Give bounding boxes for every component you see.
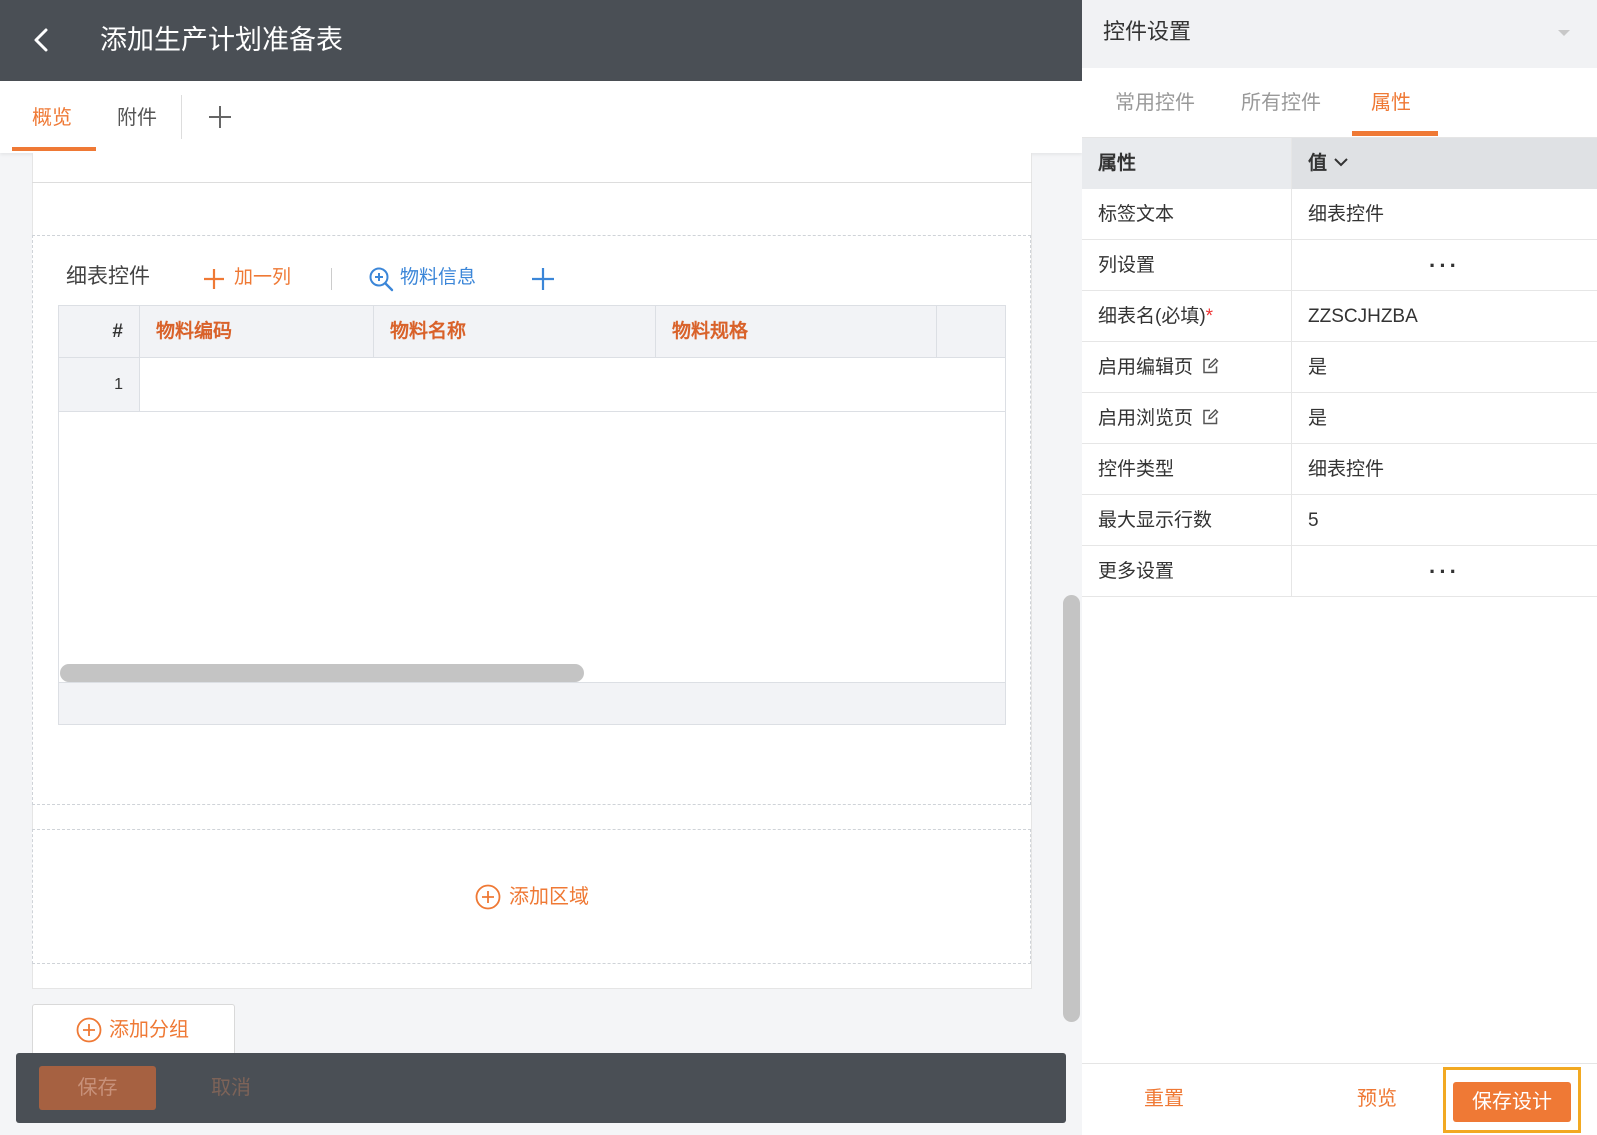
header-value-label: 值 <box>1308 153 1328 174</box>
column-header-index: # <box>59 306 140 358</box>
chevron-down-icon <box>1334 158 1348 167</box>
panel-header[interactable]: 控件设置 <box>1082 0 1597 68</box>
panel-title: 控件设置 <box>1103 19 1192 44</box>
add-area-label: 添加区域 <box>509 886 589 908</box>
property-key: 启用编辑页 <box>1082 342 1292 393</box>
property-row-label-text: 标签文本 细表控件 <box>1082 189 1597 240</box>
tab-divider <box>181 95 182 139</box>
property-key-label: 启用编辑页 <box>1098 357 1194 378</box>
column-header-material-name[interactable]: 物料名称 <box>374 306 656 358</box>
panel-footer: 重置 预览 保存设计 <box>1082 1063 1597 1135</box>
add-group-button[interactable]: 添加分组 <box>32 1004 235 1054</box>
property-key-label: 细表名(必填) <box>1098 306 1206 327</box>
table-footer <box>59 682 1005 724</box>
circle-plus-icon <box>475 884 501 910</box>
zoom-in-search-icon[interactable] <box>368 266 394 292</box>
header-value[interactable]: 值 <box>1292 138 1597 189</box>
property-value[interactable]: 5 <box>1292 495 1597 546</box>
save-design-button[interactable]: 保存设计 <box>1453 1082 1571 1122</box>
property-row-control-type: 控件类型 细表控件 <box>1082 444 1597 495</box>
property-value[interactable]: 细表控件 <box>1292 189 1597 240</box>
circle-plus-icon <box>76 1017 102 1043</box>
property-key: 列设置 <box>1082 240 1292 291</box>
required-marker: * <box>1205 306 1214 327</box>
save-design-highlight: 保存设计 <box>1443 1067 1581 1133</box>
table-row[interactable]: 1 <box>59 358 1005 412</box>
column-header-material-spec[interactable]: 物料规格 <box>656 306 937 358</box>
section-divider <box>32 182 1032 183</box>
form-tabs: 概览 附件 <box>0 81 1082 153</box>
property-row-enable-browse-page: 启用浏览页 是 <box>1082 393 1597 444</box>
toolbar-divider <box>331 268 332 290</box>
panel-tabs: 常用控件 所有控件 属性 <box>1082 68 1597 138</box>
horizontal-scrollbar[interactable] <box>60 664 584 682</box>
column-header-material-code[interactable]: 物料编码 <box>140 306 374 358</box>
property-row-table-name: 细表名(必填)* ZZSCJHZBA <box>1082 291 1597 342</box>
tab-properties[interactable]: 属性 <box>1371 88 1411 118</box>
header-property: 属性 <box>1082 138 1292 189</box>
reset-button[interactable]: 重置 <box>1144 1082 1184 1116</box>
property-key-label: 启用浏览页 <box>1098 408 1194 429</box>
property-key: 细表名(必填)* <box>1082 291 1292 342</box>
table-header-row: # 物料编码 物料名称 物料规格 <box>59 306 1005 358</box>
more-options-icon[interactable]: ··· <box>1292 240 1597 291</box>
preview-button[interactable]: 预览 <box>1357 1082 1397 1116</box>
property-value[interactable]: 是 <box>1292 342 1597 393</box>
property-key: 更多设置 <box>1082 546 1292 597</box>
more-options-icon[interactable]: ··· <box>1292 546 1597 597</box>
header-bar: 添加生产计划准备表 <box>0 0 1082 81</box>
property-row-max-rows: 最大显示行数 5 <box>1082 495 1597 546</box>
property-row-enable-edit-page: 启用编辑页 是 <box>1082 342 1597 393</box>
tab-all-controls[interactable]: 所有控件 <box>1241 88 1321 118</box>
caret-down-icon[interactable] <box>1556 28 1572 38</box>
property-value[interactable]: ZZSCJHZBA <box>1292 291 1597 342</box>
property-row-more-settings: 更多设置 ··· <box>1082 546 1597 597</box>
bottom-action-bar: 保存 取消 <box>16 1053 1066 1123</box>
add-column-button[interactable]: 加一列 <box>234 264 291 292</box>
plus-icon[interactable] <box>203 268 225 290</box>
add-tab-plus-icon[interactable] <box>206 103 234 131</box>
tab-attachments[interactable]: 附件 <box>117 103 157 133</box>
cancel-button[interactable]: 取消 <box>211 1066 251 1110</box>
detail-table-label: 细表控件 <box>66 265 150 288</box>
tab-common-controls[interactable]: 常用控件 <box>1115 88 1195 118</box>
property-key: 启用浏览页 <box>1082 393 1292 444</box>
property-row-column-settings: 列设置 ··· <box>1082 240 1597 291</box>
properties-header-row: 属性 值 <box>1082 138 1597 189</box>
save-button[interactable]: 保存 <box>39 1066 156 1110</box>
vertical-scrollbar[interactable] <box>1063 595 1080 1022</box>
add-field-plus-icon[interactable] <box>530 266 556 292</box>
property-key: 最大显示行数 <box>1082 495 1292 546</box>
property-value[interactable]: 是 <box>1292 393 1597 444</box>
active-tab-indicator <box>12 147 96 151</box>
row-index: 1 <box>59 358 140 411</box>
detail-table-grid: # 物料编码 物料名称 物料规格 1 <box>58 305 1006 725</box>
material-info-button[interactable]: 物料信息 <box>400 264 476 292</box>
property-key: 标签文本 <box>1082 189 1292 240</box>
page-title: 添加生产计划准备表 <box>100 25 343 55</box>
back-arrow-icon[interactable] <box>24 22 60 58</box>
active-tab-indicator <box>1352 131 1438 136</box>
property-value: 细表控件 <box>1308 459 1385 480</box>
control-settings-panel: 控件设置 常用控件 所有控件 属性 属性 值 标签文本 细表控件 列设置 ···… <box>1082 0 1597 1135</box>
add-group-label: 添加分组 <box>109 1019 189 1041</box>
edit-icon[interactable] <box>1201 357 1219 375</box>
column-header-empty <box>937 306 1005 358</box>
tab-overview[interactable]: 概览 <box>32 103 72 133</box>
property-key: 控件类型 <box>1082 444 1292 495</box>
edit-icon[interactable] <box>1201 408 1219 426</box>
form-designer-pane: 添加生产计划准备表 概览 附件 细表控件 加一列 物料信息 # 物料编码 物料名… <box>0 0 1082 1135</box>
